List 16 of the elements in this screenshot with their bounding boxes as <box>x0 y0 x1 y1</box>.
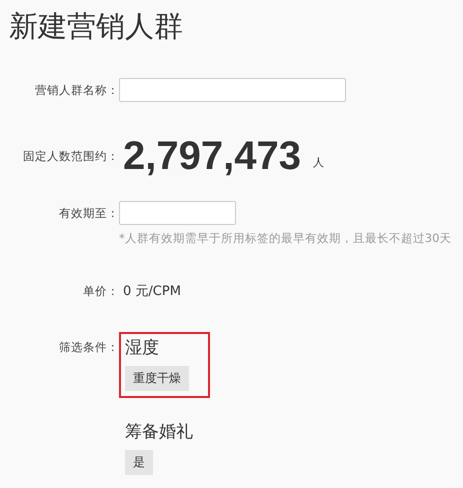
count-unit: 人 <box>312 155 324 170</box>
field-label: 筛选条件： <box>58 340 119 356</box>
filter-title: 湿度 <box>125 337 160 359</box>
field-label: 单价： <box>82 284 119 298</box>
count-value: 2,797,473 <box>123 134 301 179</box>
page-title: 新建营销人群 <box>9 8 184 45</box>
price-value: 0 元/CPM <box>123 283 181 300</box>
field-label: 营销人群名称： <box>34 82 119 98</box>
input-field[interactable] <box>119 201 236 225</box>
filter-tag: 重度干燥 <box>125 366 189 391</box>
filter-tag: 是 <box>125 450 153 475</box>
field-label: 固定人数范围约： <box>22 149 119 164</box>
input-field[interactable] <box>119 78 346 102</box>
hint-text: *人群有效期需早于所用标签的最早有效期，且最长不超过30天 <box>119 231 452 246</box>
field-label: 有效期至： <box>58 206 119 221</box>
filter-title: 筹备婚礼 <box>125 421 194 443</box>
